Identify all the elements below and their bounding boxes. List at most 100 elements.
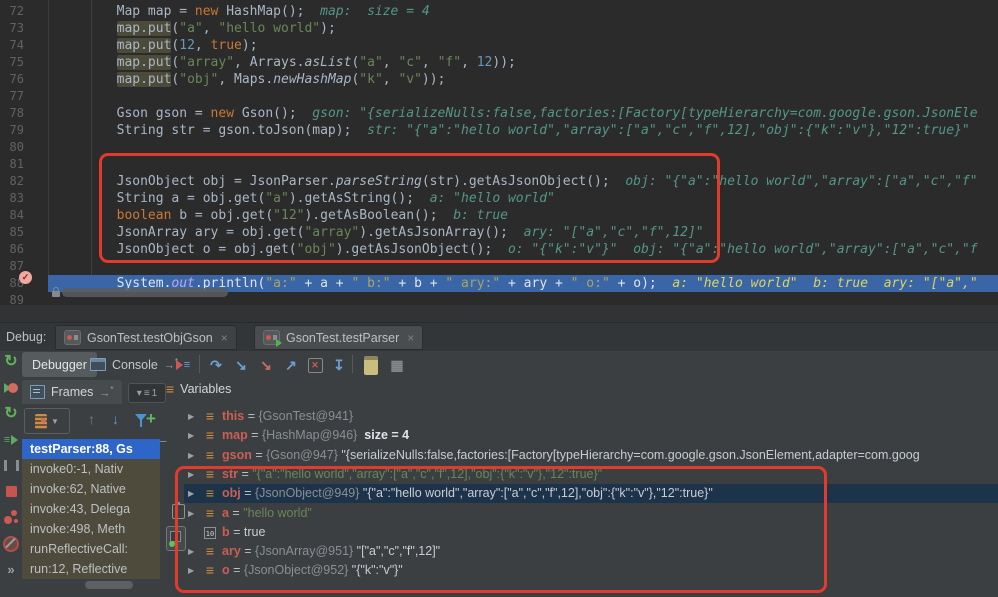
frames-panel-tab[interactable]: Frames →* [22, 380, 122, 404]
execution-point-icon [176, 360, 183, 370]
variable-row[interactable]: ▶≡obj = {JsonObject@949} "{"a":"hello wo… [184, 484, 998, 503]
frame-row[interactable]: invoke0:-1, Nativ [22, 459, 160, 479]
resume-lines-icon: ≡ [4, 434, 10, 446]
code-line: 86 JsonObject o = obj.get("obj").getAsJs… [0, 241, 998, 258]
threads-dropdown[interactable]: ▾ ≡ 1 [128, 383, 166, 403]
session-tab-testobjgson[interactable]: GsonTest.testObjGson × [55, 325, 237, 350]
line-number[interactable]: 77 [0, 88, 24, 105]
step-out-button[interactable]: ↗ [280, 354, 302, 376]
object-value-icon: ≡ [202, 407, 218, 426]
line-number[interactable]: 74 [0, 37, 24, 54]
restart-activity-button[interactable]: ↻ [2, 405, 20, 422]
stop-button[interactable] [2, 483, 20, 500]
more-actions-button[interactable]: » [2, 561, 20, 578]
close-icon[interactable]: × [407, 331, 414, 345]
variables-view-settings-button[interactable] [166, 526, 186, 551]
code-line: 78 Gson gson = new Gson(); gson: "{seria… [0, 105, 998, 122]
variables-panel-header: ≡ Variables [166, 382, 231, 396]
line-number[interactable]: 83 [0, 190, 24, 207]
object-value-icon: ≡ [202, 542, 218, 561]
resume-program-button[interactable]: ≡ [2, 431, 20, 448]
view-breakpoints-button[interactable] [2, 509, 20, 526]
session-tab-label: GsonTest.testParser [286, 331, 399, 345]
run-to-cursor-button[interactable]: ↧ [328, 354, 350, 376]
object-value-icon: ≡ [202, 446, 218, 465]
line-number[interactable]: 76 [0, 71, 24, 88]
frame-row[interactable]: invoke:43, Delega [22, 499, 160, 519]
variable-row[interactable]: ▶≡a = "hello world" [184, 504, 998, 523]
breakpoint-icon[interactable]: ✓ [19, 271, 32, 284]
code-editor[interactable]: 72 Map map = new HashMap(); map: size = … [0, 0, 998, 305]
drop-frame-button[interactable]: ✕ [304, 354, 326, 376]
line-number[interactable]: 82 [0, 173, 24, 190]
step-into-button[interactable]: ↘ [230, 354, 252, 376]
remove-watch-button[interactable]: − [159, 433, 167, 449]
variable-text: a = "hello world" [222, 504, 312, 523]
variables-list: ▶≡this = {GsonTest@941}▶≡map = {HashMap@… [184, 407, 998, 597]
variable-row[interactable]: ▶≡gson = {Gson@947} "{serializeNulls:fal… [184, 446, 998, 465]
thread-count: 1 [152, 388, 158, 399]
expand-arrow-icon[interactable]: ▶ [188, 426, 200, 445]
breakpoints-icon [4, 510, 19, 525]
line-number[interactable]: 80 [0, 139, 24, 156]
variable-row[interactable]: ▶≡str = "{"a":"hello world","array":["a"… [184, 465, 998, 484]
expand-arrow-icon[interactable]: ▶ [188, 446, 200, 465]
layout-settings-button[interactable]: ▦ [386, 354, 408, 376]
show-execution-point-button[interactable]: ≡ [172, 354, 194, 376]
variable-row[interactable]: ▶≡ary = {JsonArray@951} "["a","c","f",12… [184, 542, 998, 561]
variable-text: gson = {Gson@947} "{serializeNulls:false… [222, 446, 920, 465]
expand-arrow-icon[interactable]: ▶ [188, 484, 200, 503]
line-number[interactable]: 81 [0, 156, 24, 173]
line-number[interactable]: 73 [0, 20, 24, 37]
code-line: 73 map.put("a", "hello world"); [0, 20, 998, 37]
next-frame-button[interactable]: ↓ [112, 411, 119, 427]
step-over-button[interactable]: ↷ [205, 354, 227, 376]
object-value-icon: ≡ [202, 504, 218, 523]
debug-window-label: Debug: [6, 330, 46, 344]
line-number[interactable]: 85 [0, 224, 24, 241]
thread-selector-combo[interactable]: ▼ [24, 408, 70, 434]
variable-row[interactable]: ▶≡map = {HashMap@946} size = 4 [184, 426, 998, 445]
variable-row[interactable]: 10b = true [184, 523, 998, 542]
frame-row[interactable]: invoke:498, Meth [22, 519, 160, 539]
rerun-failed-tests-button[interactable] [2, 379, 20, 396]
line-number[interactable]: 84 [0, 207, 24, 224]
variable-row[interactable]: ▶≡o = {JsonObject@952} "{"k":"v"}" [184, 561, 998, 580]
frames-title: Frames [51, 385, 93, 399]
expand-arrow-icon[interactable]: ▶ [188, 542, 200, 561]
force-step-into-button[interactable]: ↘ [255, 354, 277, 376]
previous-frame-button[interactable]: ↑ [88, 411, 95, 427]
frame-row[interactable]: invoke:62, Native [22, 479, 160, 499]
frame-row[interactable]: testParser:88, Gs [22, 439, 160, 459]
line-number[interactable]: 78 [0, 105, 24, 122]
line-number[interactable]: 72 [0, 3, 24, 20]
mute-breakpoints-button[interactable] [2, 535, 20, 552]
frames-icon [30, 385, 45, 399]
rerun-button[interactable]: ↻ [2, 353, 20, 370]
expand-arrow-icon[interactable]: ▶ [188, 504, 200, 523]
frame-row[interactable]: runReflectiveCall: [22, 539, 160, 559]
pause-program-button[interactable] [2, 457, 20, 474]
line-number[interactable]: 79 [0, 122, 24, 139]
add-watch-button[interactable]: + [146, 409, 156, 429]
frames-horizontal-scrollbar[interactable] [85, 581, 133, 589]
variable-text: str = "{"a":"hello world","array":["a","… [222, 465, 602, 484]
expand-arrow-icon[interactable]: ▶ [188, 561, 200, 580]
line-number[interactable]: 86 [0, 241, 24, 258]
editor-horizontal-scrollbar[interactable] [62, 288, 228, 297]
line-number[interactable]: 89 [0, 292, 24, 305]
line-number[interactable]: 75 [0, 54, 24, 71]
expand-arrow-icon[interactable]: ▶ [188, 407, 200, 426]
frame-row[interactable]: run:12, Reflective [22, 559, 160, 579]
ide-window: 72 Map map = new HashMap(); map: size = … [0, 0, 998, 597]
tab-label: Debugger [32, 358, 87, 372]
close-icon[interactable]: × [221, 331, 228, 345]
evaluate-expression-button[interactable] [360, 354, 382, 376]
variable-row[interactable]: ▶≡this = {GsonTest@941} [184, 407, 998, 426]
session-tab-testparser[interactable]: GsonTest.testParser × [254, 325, 423, 350]
toolbar-separator [199, 355, 200, 373]
pause-icon [4, 460, 19, 471]
expand-arrow-icon[interactable]: ▶ [188, 465, 200, 484]
variables-icon: ≡ [166, 383, 174, 395]
code-line: 77 [0, 88, 998, 105]
